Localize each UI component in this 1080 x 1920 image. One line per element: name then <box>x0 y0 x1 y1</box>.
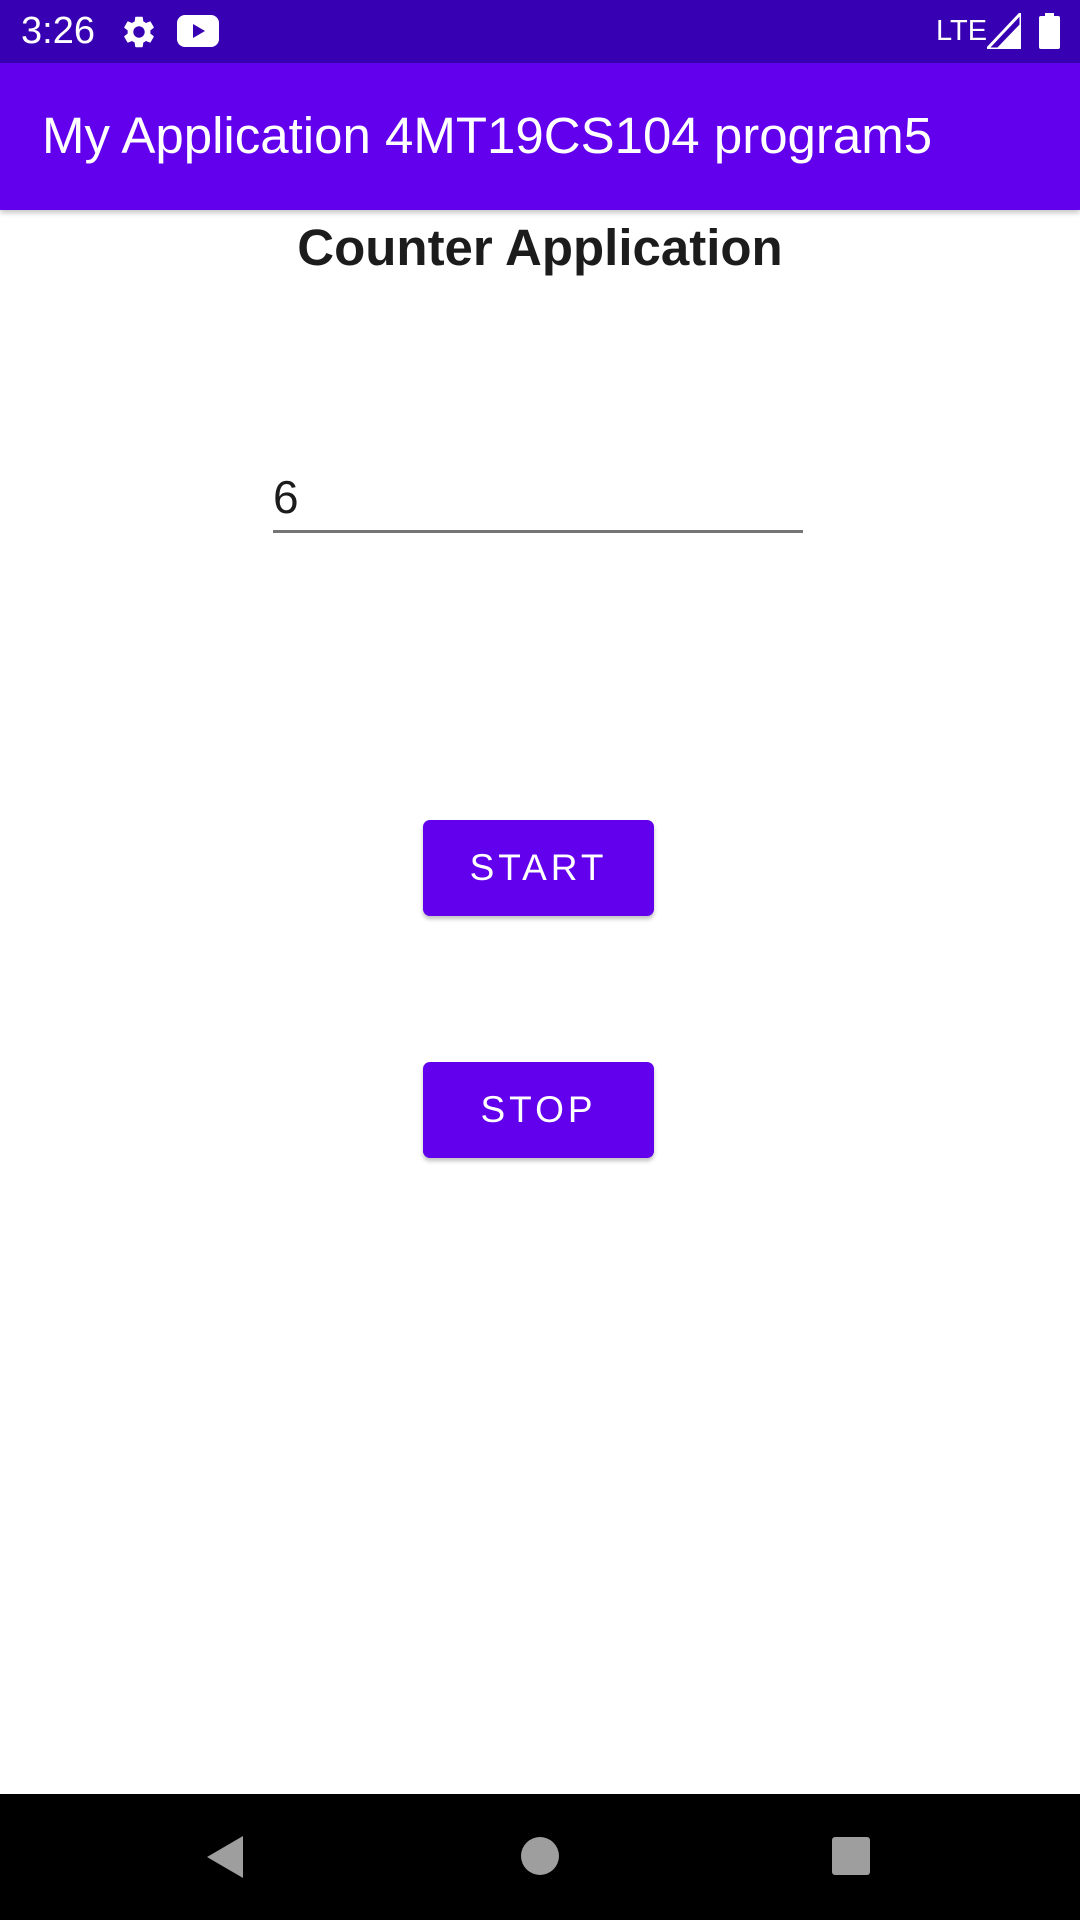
home-icon[interactable] <box>520 1836 560 1876</box>
signal-icon <box>987 13 1021 49</box>
back-icon[interactable] <box>205 1834 245 1880</box>
gear-icon <box>124 16 154 48</box>
page-heading: Counter Application <box>297 219 783 276</box>
status-time: 3:26 <box>21 10 95 52</box>
status-bar: 3:26 LTE <box>0 0 1080 63</box>
app-bar: My Application 4MT19CS104 program5 <box>0 63 1080 210</box>
start-button[interactable]: START <box>423 820 654 916</box>
battery-icon <box>1039 13 1060 49</box>
stop-button[interactable]: STOP <box>423 1062 654 1158</box>
app-title: My Application 4MT19CS104 program5 <box>42 107 933 164</box>
youtube-icon <box>177 15 219 47</box>
network-type-label: LTE <box>936 15 988 47</box>
navigation-bar <box>0 1794 1080 1920</box>
recents-icon[interactable] <box>831 1836 871 1876</box>
counter-field[interactable] <box>273 463 803 533</box>
